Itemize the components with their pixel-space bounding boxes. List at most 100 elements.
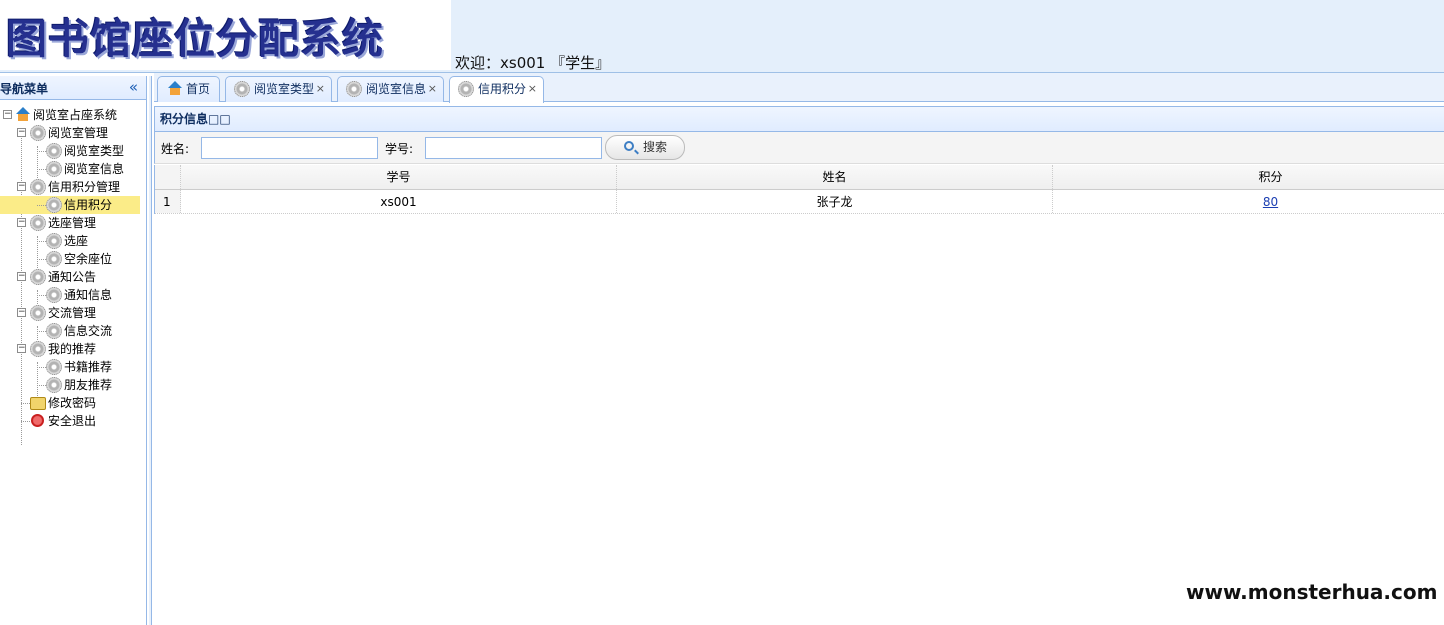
tree-line [37, 241, 46, 242]
name-label: 姓名: [161, 142, 190, 156]
tree-node-info-exchange[interactable]: 信息交流 [0, 322, 146, 340]
tab-label: 阅览室类型 [254, 82, 315, 96]
tab-home[interactable]: 首页 [157, 76, 220, 102]
sidebar: 导航菜单 « − 阅览室占座系统 − 阅览室管理 阅览室类型 阅览室信息 − 信… [0, 76, 147, 625]
gear-icon [46, 143, 62, 159]
tree-node-label: 阅览室类型 [64, 144, 125, 158]
tree-node-free-seats[interactable]: 空余座位 [0, 250, 146, 268]
tree-node-reading-room-mgmt[interactable]: − 阅览室管理 [0, 124, 146, 142]
tree-node-label: 朋友推荐 [64, 378, 113, 392]
tree-node-my-recommend[interactable]: − 我的推荐 [0, 340, 146, 358]
tree-node-credit-mgmt[interactable]: − 信用积分管理 [0, 178, 146, 196]
gear-icon [46, 323, 62, 339]
collapse-toggle-icon[interactable]: − [17, 344, 26, 353]
tree-node-logout[interactable]: 安全退出 [0, 412, 146, 430]
tree-node-reading-room-info[interactable]: 阅览室信息 [0, 160, 146, 178]
tab-label: 首页 [186, 82, 211, 96]
gear-icon [30, 269, 46, 285]
tab-credit-score[interactable]: 信用积分 × [449, 76, 544, 103]
column-header-student-id[interactable]: 学号 [181, 165, 617, 189]
exit-icon [31, 414, 44, 427]
gear-icon [46, 287, 62, 303]
tab-reading-room-info[interactable]: 阅览室信息 × [337, 76, 444, 102]
gear-icon [30, 341, 46, 357]
name-input[interactable] [201, 137, 378, 159]
nav-tree: − 阅览室占座系统 − 阅览室管理 阅览室类型 阅览室信息 − 信用积分管理 信… [0, 100, 146, 445]
row-number: 1 [155, 190, 181, 213]
column-header-score[interactable]: 积分 [1053, 165, 1444, 189]
sidebar-splitter[interactable] [149, 76, 152, 625]
tree-node-reading-room-type[interactable]: 阅览室类型 [0, 142, 146, 160]
tree-node-label: 安全退出 [48, 414, 97, 428]
tree-line [21, 421, 30, 422]
search-toolbar: 姓名: 学号: 搜索 [154, 132, 1444, 164]
gear-icon [46, 377, 62, 393]
tree-node-label: 我的推荐 [48, 342, 97, 356]
tree-node-label: 通知公告 [48, 270, 97, 284]
collapse-toggle-icon[interactable]: − [3, 110, 12, 119]
tab-reading-room-type[interactable]: 阅览室类型 × [225, 76, 332, 102]
tree-node-label: 交流管理 [48, 306, 97, 320]
collapse-toggle-icon[interactable]: − [17, 272, 26, 281]
header: 图书馆座位分配系统 欢迎：xs001 『学生』 [0, 0, 1444, 73]
tree-node-book-recommend[interactable]: 书籍推荐 [0, 358, 146, 376]
gear-icon [458, 81, 474, 97]
watermark: www.monsterhua.com [1186, 580, 1438, 604]
tree-node-label: 书籍推荐 [64, 360, 113, 374]
close-icon[interactable]: × [528, 77, 537, 101]
gear-icon [30, 215, 46, 231]
tree-node-choose-seat[interactable]: 选座 [0, 232, 146, 250]
collapse-toggle-icon[interactable]: − [17, 128, 26, 137]
tree-node-seat-mgmt[interactable]: − 选座管理 [0, 214, 146, 232]
tree-node-exchange-mgmt[interactable]: − 交流管理 [0, 304, 146, 322]
search-button-label: 搜索 [643, 140, 668, 154]
table-header: 学号 姓名 积分 [155, 165, 1444, 190]
gear-icon [46, 197, 62, 213]
column-header-name[interactable]: 姓名 [617, 165, 1053, 189]
score-link[interactable]: 80 [1263, 195, 1278, 209]
tabs-bar: 首页 阅览室类型 × 阅览室信息 × 信用积分 × [154, 73, 1444, 103]
tree-node-label: 阅览室占座系统 [33, 108, 118, 122]
collapse-toggle-icon[interactable]: − [17, 182, 26, 191]
gear-icon [346, 81, 362, 97]
gear-icon [46, 161, 62, 177]
search-button[interactable]: 搜索 [605, 135, 685, 160]
tab-label: 信用积分 [478, 82, 527, 96]
tree-node-label: 阅览室管理 [48, 126, 109, 140]
collapse-toggle-icon[interactable]: − [17, 308, 26, 317]
tree-node-notice-info[interactable]: 通知信息 [0, 286, 146, 304]
student-id-label: 学号: [385, 142, 414, 156]
tree-node-change-password[interactable]: 修改密码 [0, 394, 146, 412]
tree-line [37, 331, 46, 332]
tree-line [37, 295, 46, 296]
tree-node-label: 信息交流 [64, 324, 113, 338]
tree-node-label: 信用积分 [64, 198, 113, 212]
tree-line [37, 205, 46, 206]
sidebar-title: 导航菜单 [0, 82, 49, 96]
tree-node-root[interactable]: − 阅览室占座系统 [0, 106, 146, 124]
tree-node-credit-score[interactable]: 信用积分 [0, 196, 140, 214]
gear-icon [30, 305, 46, 321]
tree-node-label: 选座 [64, 234, 89, 248]
gear-icon [46, 359, 62, 375]
close-icon[interactable]: × [428, 77, 437, 101]
double-chevron-left-icon[interactable]: « [129, 78, 138, 96]
tree-node-friend-recommend[interactable]: 朋友推荐 [0, 376, 146, 394]
cell-score: 80 [1053, 190, 1444, 213]
tree-line [37, 367, 46, 368]
gear-icon [46, 233, 62, 249]
tree-line [37, 151, 46, 152]
logo: 图书馆座位分配系统 [0, 0, 451, 70]
tree-line [21, 403, 30, 404]
collapse-toggle-icon[interactable]: − [17, 218, 26, 227]
close-icon[interactable]: × [316, 77, 325, 101]
tab-label: 阅览室信息 [366, 82, 427, 96]
home-icon [167, 81, 183, 97]
tree-node-label: 阅览室信息 [64, 162, 125, 176]
cell-student-id: xs001 [181, 190, 617, 213]
table-row[interactable]: 1 xs001 张子龙 80 [155, 190, 1444, 214]
gear-icon [30, 179, 46, 195]
tree-node-announcements[interactable]: − 通知公告 [0, 268, 146, 286]
student-id-input[interactable] [425, 137, 602, 159]
row-number-header [155, 165, 181, 189]
